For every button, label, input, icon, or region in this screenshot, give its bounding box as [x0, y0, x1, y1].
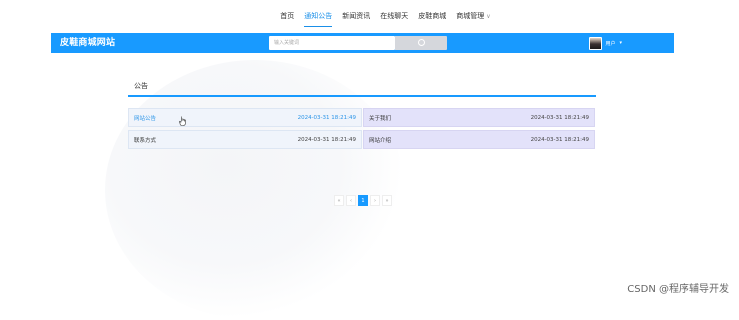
nav-chat[interactable]: 在线聊天 — [375, 0, 413, 33]
notice-title[interactable]: 网站介绍 — [369, 136, 391, 144]
notice-date: 2024-03-31 18:21:49 — [530, 136, 589, 143]
first-page-button[interactable]: « — [334, 195, 344, 206]
user-menu[interactable]: 用户 ▾ — [589, 35, 622, 51]
site-title[interactable]: 皮鞋商城网站 — [60, 33, 115, 53]
notice-item[interactable]: 网站介绍 2024-03-31 18:21:49 — [363, 130, 595, 149]
nav-mall-management-label: 商城管理 — [456, 12, 485, 20]
nav-news[interactable]: 新闻资讯 — [337, 0, 375, 33]
user-label[interactable]: 用户 — [605, 40, 615, 47]
notice-date: 2024-03-31 18:21:49 — [297, 136, 356, 143]
nav-notices[interactable]: 通知公告 — [299, 0, 337, 33]
notice-item[interactable]: 联系方式 2024-03-31 18:21:49 — [128, 130, 362, 149]
nav-shoe-mall[interactable]: 皮鞋商城 — [413, 0, 451, 33]
background-decoration — [105, 60, 405, 320]
last-page-button[interactable]: » — [382, 195, 392, 206]
notice-title[interactable]: 网站公告 — [134, 114, 156, 122]
site-header: 皮鞋商城网站 用户 ▾ — [51, 33, 674, 53]
search-button[interactable] — [395, 36, 447, 50]
caret-down-icon[interactable]: ▾ — [619, 40, 622, 46]
nav-home[interactable]: 首页 — [275, 0, 299, 33]
notice-item[interactable]: 关于我们 2024-03-31 18:21:49 — [363, 108, 595, 127]
section-divider — [128, 95, 596, 97]
search-input[interactable] — [269, 36, 395, 50]
pagination: « ‹ 1 › » — [334, 195, 392, 206]
page-number-current[interactable]: 1 — [358, 195, 368, 206]
next-page-button[interactable]: › — [370, 195, 380, 206]
hand-cursor-icon — [179, 116, 186, 126]
top-navigation: 首页 通知公告 新闻资讯 在线聊天 皮鞋商城 商城管理 ∨ — [0, 0, 739, 33]
notice-title[interactable]: 关于我们 — [369, 114, 391, 122]
notice-date: 2024-03-31 18:21:49 — [530, 114, 589, 121]
chevron-down-icon: ∨ — [486, 13, 491, 20]
notice-item[interactable]: 网站公告 2024-03-31 18:21:49 — [128, 108, 362, 127]
notice-title[interactable]: 联系方式 — [134, 136, 156, 144]
notice-date: 2024-03-31 18:21:49 — [297, 114, 356, 121]
prev-page-button[interactable]: ‹ — [346, 195, 356, 206]
nav-mall-management[interactable]: 商城管理 ∨ — [451, 0, 495, 33]
watermark: CSDN @程序辅导开发 — [627, 284, 729, 295]
search-icon — [418, 39, 425, 46]
avatar[interactable] — [589, 36, 603, 50]
section-title: 公告 — [134, 82, 148, 90]
